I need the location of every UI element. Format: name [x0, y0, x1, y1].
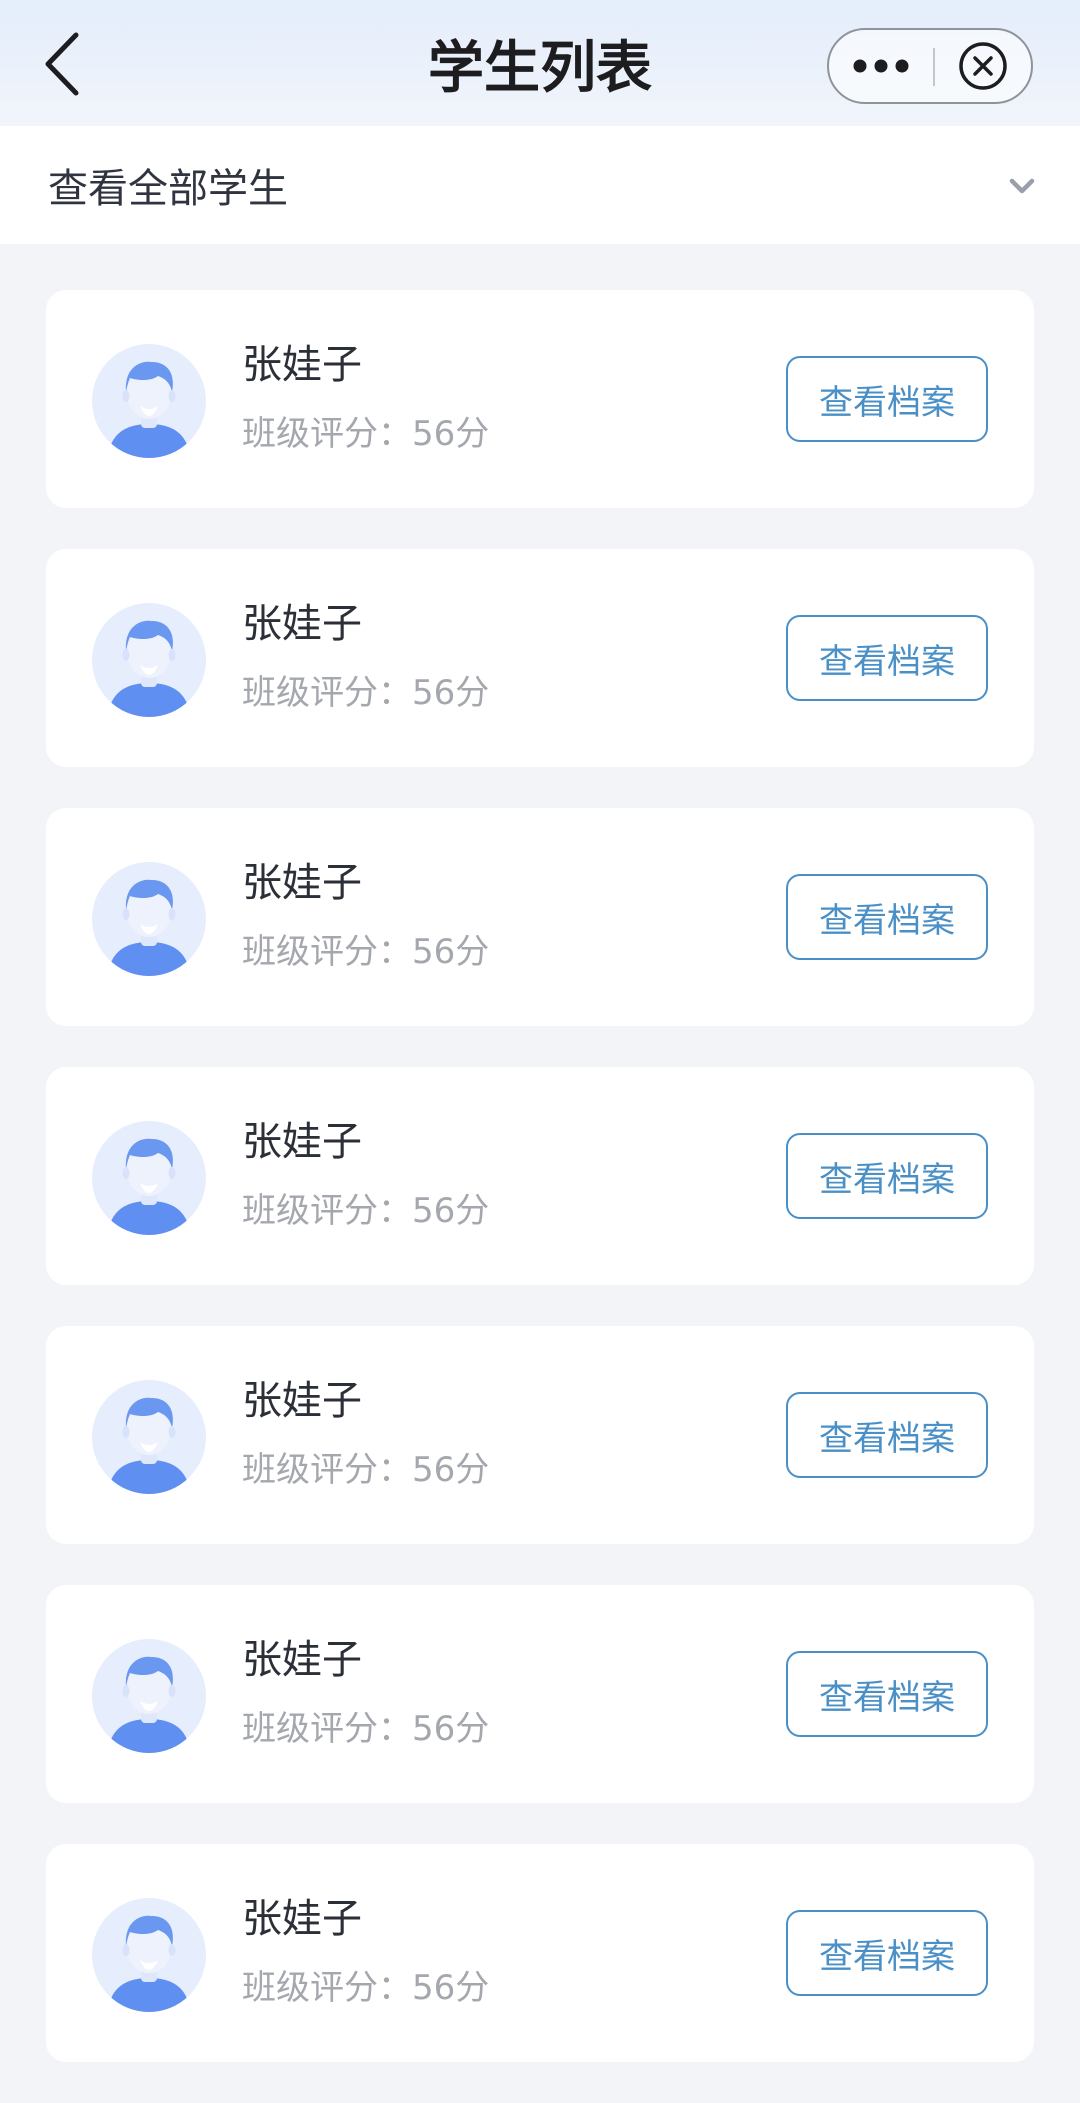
- student-avatar: [92, 344, 206, 458]
- circle-close-icon: [959, 42, 1007, 90]
- student-score: 班级评分：56分: [242, 1709, 490, 1749]
- top-nav-bar: 学生列表: [0, 0, 1080, 126]
- student-card: 张娃子 班级评分：56分 查看档案: [46, 808, 1034, 1026]
- student-card: 张娃子 班级评分：56分 查看档案: [46, 1326, 1034, 1544]
- student-name: 张娃子: [242, 1378, 362, 1424]
- more-button[interactable]: [829, 30, 933, 102]
- view-profile-button[interactable]: 查看档案: [786, 356, 988, 442]
- chevron-left-icon: [45, 32, 79, 96]
- student-score: 班级评分：56分: [242, 414, 490, 454]
- more-dots-icon: [853, 59, 909, 73]
- student-avatar: [92, 1639, 206, 1753]
- student-name: 张娃子: [242, 1119, 362, 1165]
- user-avatar-icon: [108, 1397, 190, 1494]
- student-list: 张娃子 班级评分：56分 查看档案 张娃子 班级评分：56分 查看档案 张娃子 …: [46, 290, 1034, 2103]
- student-name: 张娃子: [242, 1896, 362, 1942]
- student-score: 班级评分：56分: [242, 1450, 490, 1490]
- view-profile-button[interactable]: 查看档案: [786, 615, 988, 701]
- student-card: 张娃子 班级评分：56分 查看档案: [46, 1585, 1034, 1803]
- student-name: 张娃子: [242, 860, 362, 906]
- view-profile-button[interactable]: 查看档案: [786, 874, 988, 960]
- student-name: 张娃子: [242, 1637, 362, 1683]
- view-profile-button[interactable]: 查看档案: [786, 1651, 988, 1737]
- student-score: 班级评分：56分: [242, 673, 490, 713]
- student-avatar: [92, 1898, 206, 2012]
- student-card: 张娃子 班级评分：56分 查看档案: [46, 1067, 1034, 1285]
- user-avatar-icon: [108, 879, 190, 976]
- student-filter-dropdown[interactable]: 查看全部学生: [0, 126, 1080, 244]
- student-score: 班级评分：56分: [242, 932, 490, 972]
- back-button[interactable]: [30, 22, 94, 106]
- student-score: 班级评分：56分: [242, 1968, 490, 2008]
- student-avatar: [92, 1380, 206, 1494]
- student-avatar: [92, 603, 206, 717]
- view-profile-button[interactable]: 查看档案: [786, 1910, 988, 1996]
- chevron-down-icon: [1009, 178, 1035, 194]
- user-avatar-icon: [108, 1656, 190, 1753]
- user-avatar-icon: [108, 361, 190, 458]
- user-avatar-icon: [108, 1138, 190, 1235]
- student-card: 张娃子 班级评分：56分 查看档案: [46, 290, 1034, 508]
- student-name: 张娃子: [242, 601, 362, 647]
- student-avatar: [92, 862, 206, 976]
- student-card: 张娃子 班级评分：56分 查看档案: [46, 1844, 1034, 2062]
- filter-label: 查看全部学生: [48, 166, 288, 212]
- student-score: 班级评分：56分: [242, 1191, 490, 1231]
- user-avatar-icon: [108, 620, 190, 717]
- student-name: 张娃子: [242, 342, 362, 388]
- view-profile-button[interactable]: 查看档案: [786, 1133, 988, 1219]
- mini-program-capsule: [827, 28, 1033, 104]
- close-button[interactable]: [935, 30, 1031, 102]
- student-avatar: [92, 1121, 206, 1235]
- view-profile-button[interactable]: 查看档案: [786, 1392, 988, 1478]
- user-avatar-icon: [108, 1915, 190, 2012]
- student-card: 张娃子 班级评分：56分 查看档案: [46, 549, 1034, 767]
